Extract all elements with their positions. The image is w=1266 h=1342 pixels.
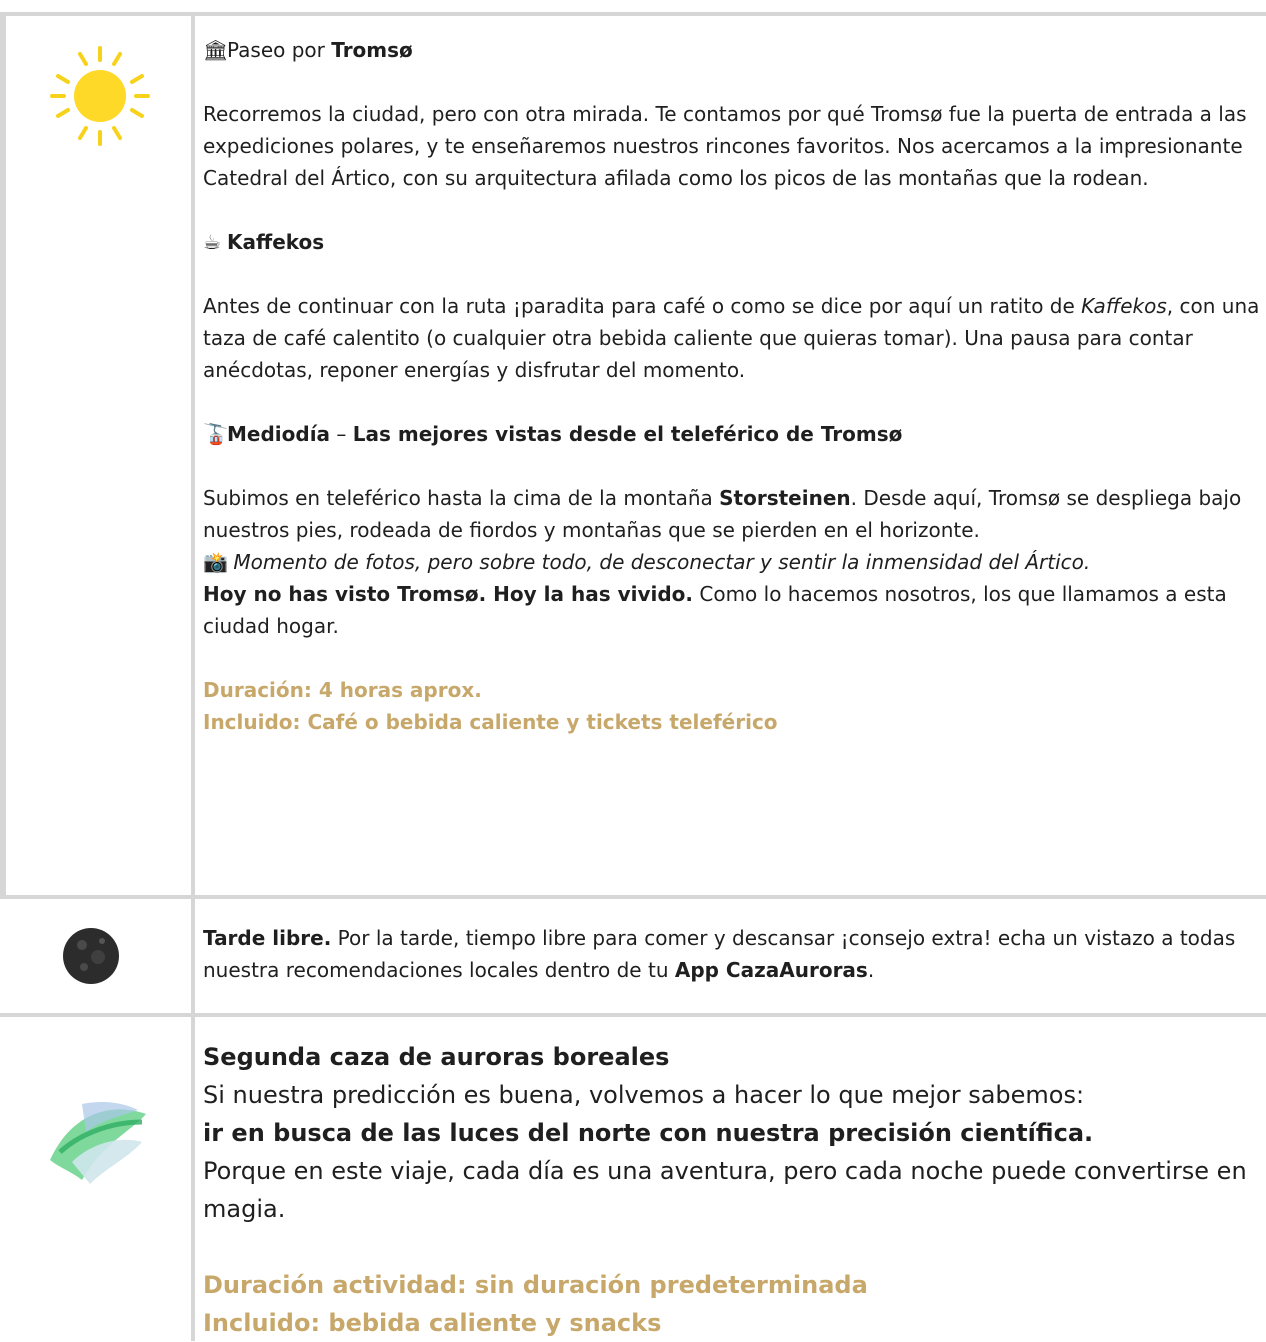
table-left-border	[0, 12, 6, 899]
activity-duration-label: Duración actividad: sin duración predete…	[203, 1271, 868, 1299]
aurora-hunt-title: Segunda caza de auroras boreales	[203, 1043, 670, 1071]
activity-included-label: Incluido: bebida caliente y snacks	[203, 1309, 662, 1337]
moon-icon	[62, 927, 120, 985]
table-top-border	[0, 12, 1266, 16]
subimos-description: Subimos en teleférico hasta la cima de l…	[203, 486, 1242, 542]
night-itinerary: Segunda caza de auroras boreales Si nues…	[203, 1038, 1263, 1342]
coffee-icon: ☕	[203, 230, 221, 254]
aerial-tramway-icon: 🚡	[203, 422, 228, 446]
included-label: Incluido: Café o bebida caliente y ticke…	[203, 710, 778, 734]
row-divider	[0, 1013, 1266, 1017]
aurora-line-1: Si nuestra predicción es buena, volvemos…	[203, 1081, 1085, 1109]
aurora-line-2: ir en busca de las luces del norte con n…	[203, 1119, 1094, 1147]
camera-flash-icon: 📸	[203, 550, 228, 574]
paseo-description: Recorremos la ciudad, pero con otra mira…	[203, 102, 1247, 190]
aurora-icon	[42, 1092, 154, 1188]
aurora-line-3: Porque en este viaje, cada día es una av…	[203, 1157, 1247, 1223]
column-divider	[191, 12, 195, 1341]
tarde-libre-text: Tarde libre. Por la tarde, tiempo libre …	[203, 926, 1236, 982]
hoy-line: Hoy no has visto Tromsø. Hoy la has vivi…	[203, 582, 1227, 638]
sun-icon	[44, 40, 156, 152]
mediodia-heading: 🚡Mediodía – Las mejores vistas desde el …	[203, 418, 1263, 450]
museum-icon: 🏛	[203, 38, 229, 62]
morning-itinerary: 🏛Paseo por Tromsø Recorremos la ciudad, …	[203, 34, 1263, 738]
duration-label: Duración: 4 horas aprox.	[203, 678, 482, 702]
kaffekos-description: Antes de continuar con la ruta ¡paradita…	[203, 294, 1260, 382]
kaffekos-heading: ☕ Kaffekos	[203, 226, 1263, 258]
fotos-line: 📸 Momento de fotos, pero sobre todo, de …	[203, 546, 1263, 578]
afternoon-itinerary: Tarde libre. Por la tarde, tiempo libre …	[203, 922, 1263, 986]
paseo-heading: 🏛Paseo por Tromsø	[203, 34, 1263, 66]
row-divider	[0, 895, 1266, 899]
